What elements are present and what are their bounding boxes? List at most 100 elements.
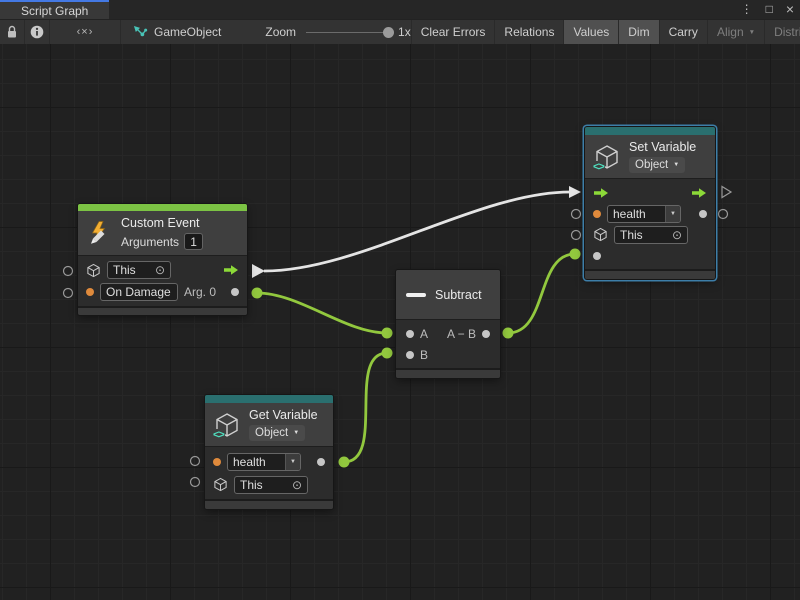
input-a-label: A xyxy=(420,327,428,341)
gameobject-cube-icon xyxy=(86,263,101,278)
object-picker-icon[interactable]: ⊙ xyxy=(155,264,165,276)
input-b-port[interactable] xyxy=(406,351,414,359)
graph-canvas[interactable]: Custom Event Arguments 1 This ⊙ xyxy=(0,44,800,600)
node-subtract[interactable]: Subtract A A − B B xyxy=(396,270,500,378)
event-name-port[interactable] xyxy=(86,288,94,296)
arg0-label: Arg. 0 xyxy=(184,285,216,299)
wire-getvariable-to-subtract-b[interactable] xyxy=(344,353,387,462)
new-value-input-port[interactable] xyxy=(593,252,601,260)
wire-endpoint-dot[interactable] xyxy=(503,328,514,339)
input-b-label: B xyxy=(420,348,428,362)
code-view-button[interactable]: ‹×› xyxy=(50,20,121,44)
port-customevent-name[interactable] xyxy=(64,289,73,298)
carry-toggle[interactable]: Carry xyxy=(659,20,707,44)
node-header[interactable]: <> Get Variable Object ▼ xyxy=(205,403,333,447)
caret-down-icon: ▼ xyxy=(285,454,300,470)
node-custom-event[interactable]: Custom Event Arguments 1 This ⊙ xyxy=(78,204,247,315)
target-field[interactable]: This ⊙ xyxy=(234,476,308,494)
window-maximize-icon[interactable]: □ xyxy=(766,0,773,19)
wire-endpoint-dot[interactable] xyxy=(382,328,393,339)
flow-output-arrow[interactable] xyxy=(691,187,707,199)
object-picker-icon[interactable]: ⊙ xyxy=(292,479,302,491)
event-name-field[interactable]: On Damage xyxy=(100,283,178,301)
wire-endpoint-dot[interactable] xyxy=(570,249,581,260)
dim-toggle[interactable]: Dim xyxy=(618,20,658,44)
node-header[interactable]: Custom Event Arguments 1 xyxy=(78,211,247,256)
tab-script-graph[interactable]: Script Graph xyxy=(0,0,109,19)
zoom-slider[interactable] xyxy=(306,32,392,33)
target-field[interactable]: This ⊙ xyxy=(614,226,688,244)
variable-icon: <> xyxy=(594,144,622,170)
variable-name-port[interactable] xyxy=(593,210,601,218)
node-accent-bar xyxy=(585,127,715,135)
wire-endpoint-dot[interactable] xyxy=(382,348,393,359)
arguments-input[interactable]: 1 xyxy=(184,233,203,250)
wire-endpoint-dot[interactable] xyxy=(252,288,263,299)
tab-title: Script Graph xyxy=(21,4,88,18)
wire-flow-customevent-to-setvariable[interactable] xyxy=(264,192,570,271)
port-setvariable-target[interactable] xyxy=(572,231,581,240)
node-accent-bar xyxy=(205,395,333,403)
port-setvariable-flow-out[interactable] xyxy=(722,187,731,198)
output-label: A − B xyxy=(447,327,476,341)
variable-scope-dropdown[interactable]: Object ▼ xyxy=(249,425,305,441)
wire-subtract-to-setvariable[interactable] xyxy=(508,254,575,333)
clear-errors-button[interactable]: Clear Errors xyxy=(411,20,495,44)
node-footer xyxy=(205,499,333,509)
caret-down-icon: ▼ xyxy=(665,206,680,222)
lock-button[interactable] xyxy=(0,20,25,44)
align-dropdown[interactable]: Align ▼ xyxy=(707,20,764,44)
caret-down-icon: ▼ xyxy=(673,162,679,168)
variable-scope-dropdown[interactable]: Object ▼ xyxy=(629,157,685,173)
node-set-variable[interactable]: <> Set Variable Object ▼ xyxy=(585,127,715,279)
variable-code-glyph: <> xyxy=(212,429,225,441)
arg0-output-port[interactable] xyxy=(231,288,239,296)
flow-output-triangle[interactable] xyxy=(252,264,265,278)
output-port[interactable] xyxy=(482,330,490,338)
flow-output-arrow[interactable] xyxy=(223,264,239,276)
gameobject-context[interactable]: GameObject xyxy=(121,20,233,44)
subtract-icon xyxy=(405,286,427,304)
gameobject-label: GameObject xyxy=(154,25,221,39)
zoom-slider-handle[interactable] xyxy=(383,27,394,38)
flow-input-arrow[interactable] xyxy=(593,187,609,199)
port-customevent-target[interactable] xyxy=(64,267,73,276)
node-header[interactable]: <> Set Variable Object ▼ xyxy=(585,135,715,179)
object-picker-icon[interactable]: ⊙ xyxy=(672,229,682,241)
info-button[interactable] xyxy=(25,20,50,44)
info-icon xyxy=(30,25,44,39)
target-field[interactable]: This ⊙ xyxy=(107,261,171,279)
wire-endpoint-dot[interactable] xyxy=(339,457,350,468)
values-toggle[interactable]: Values xyxy=(563,20,618,44)
code-view-icon: ‹×› xyxy=(77,26,94,38)
custom-event-icon xyxy=(87,220,113,246)
value-output-port[interactable] xyxy=(317,458,325,466)
node-header[interactable]: Subtract xyxy=(396,270,500,320)
wire-arg0-to-subtract-a[interactable] xyxy=(257,293,387,333)
node-get-variable[interactable]: <> Get Variable Object ▼ health ▼ xyxy=(205,395,333,509)
caret-down-icon: ▼ xyxy=(749,29,755,36)
variable-icon: <> xyxy=(214,412,242,438)
node-footer xyxy=(585,269,715,279)
graph-toolbar: ‹×› GameObject Zoom 1x Clear Errors Rela… xyxy=(0,19,800,44)
zoom-control: Zoom 1x xyxy=(265,20,410,44)
port-setvariable-output[interactable] xyxy=(719,210,728,219)
port-getvariable-name[interactable] xyxy=(191,457,200,466)
window-close-icon[interactable]: × xyxy=(786,0,794,19)
caret-down-icon: ▼ xyxy=(293,430,299,436)
value-output-port[interactable] xyxy=(699,210,707,218)
variable-name-dropdown[interactable]: health ▼ xyxy=(607,205,681,223)
port-getvariable-target[interactable] xyxy=(191,478,200,487)
node-accent-bar xyxy=(78,204,247,211)
relations-button[interactable]: Relations xyxy=(494,20,563,44)
port-setvariable-name[interactable] xyxy=(572,210,581,219)
window-menu-icon[interactable]: ⋮ xyxy=(741,0,753,19)
variable-name-dropdown[interactable]: health ▼ xyxy=(227,453,301,471)
node-footer xyxy=(78,306,247,315)
distribute-dropdown[interactable]: Distribute ▼ xyxy=(764,20,800,44)
variable-name-port[interactable] xyxy=(213,458,221,466)
script-graph-window: Script Graph ⋮ □ × ‹×› xyxy=(0,0,800,600)
input-a-port[interactable] xyxy=(406,330,414,338)
node-footer xyxy=(396,368,500,378)
node-title: Get Variable xyxy=(249,408,318,422)
